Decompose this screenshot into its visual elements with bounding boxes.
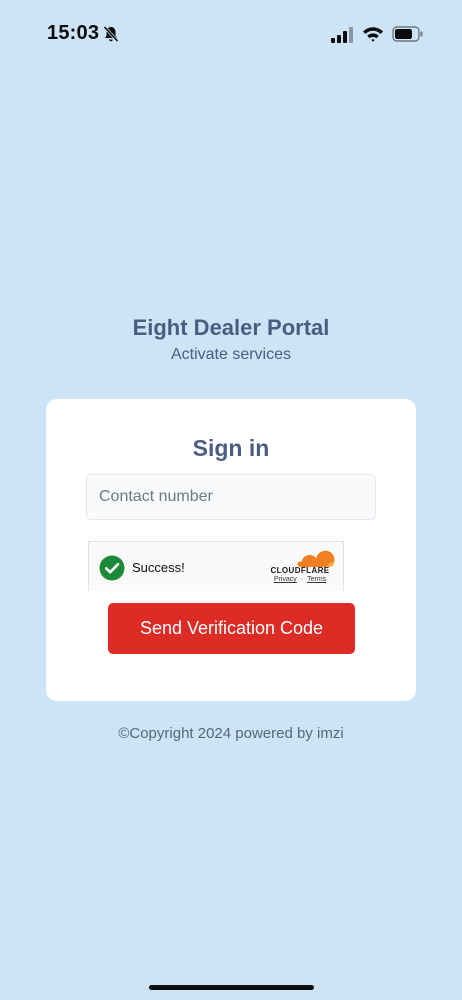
- captcha-status: Success!: [132, 560, 185, 575]
- battery-icon: [392, 26, 423, 42]
- status-bar: 15:03: [0, 0, 462, 68]
- success-check-icon: [99, 555, 125, 581]
- link-separator: ·: [300, 576, 304, 583]
- privacy-link[interactable]: Privacy: [274, 576, 297, 583]
- status-time: 15:03: [47, 22, 100, 44]
- brand-subtitle: Activate services: [170, 346, 292, 363]
- contact-number-input[interactable]: [86, 474, 376, 520]
- brand-title: Eight Dealer Portal: [132, 315, 330, 340]
- bell-slash-icon: [103, 25, 119, 43]
- wifi-icon: [363, 27, 383, 42]
- send-verification-code-button[interactable]: Send Verification Code: [108, 603, 355, 654]
- copyright-text: ©Copyright 2024 powered by imzi: [118, 725, 344, 742]
- cloudflare-logo: CLOUDFLARE: [265, 550, 335, 575]
- home-indicator[interactable]: [149, 985, 314, 990]
- signin-card: Sign in Success! CLOUDFLARE Privacy·Term…: [46, 399, 416, 701]
- terms-link[interactable]: Terms: [307, 576, 326, 583]
- cloudflare-captcha-widget[interactable]: Success! CLOUDFLARE Privacy · Terms: [88, 541, 344, 591]
- cloudflare-wordmark: CLOUDFLARE: [270, 566, 330, 575]
- cloudflare-links: Privacy · Terms: [265, 576, 335, 583]
- signin-title: Sign in: [192, 435, 270, 461]
- brand-header: Eight Dealer Portal Activate services: [0, 312, 462, 366]
- cellular-signal-icon: [331, 27, 353, 43]
